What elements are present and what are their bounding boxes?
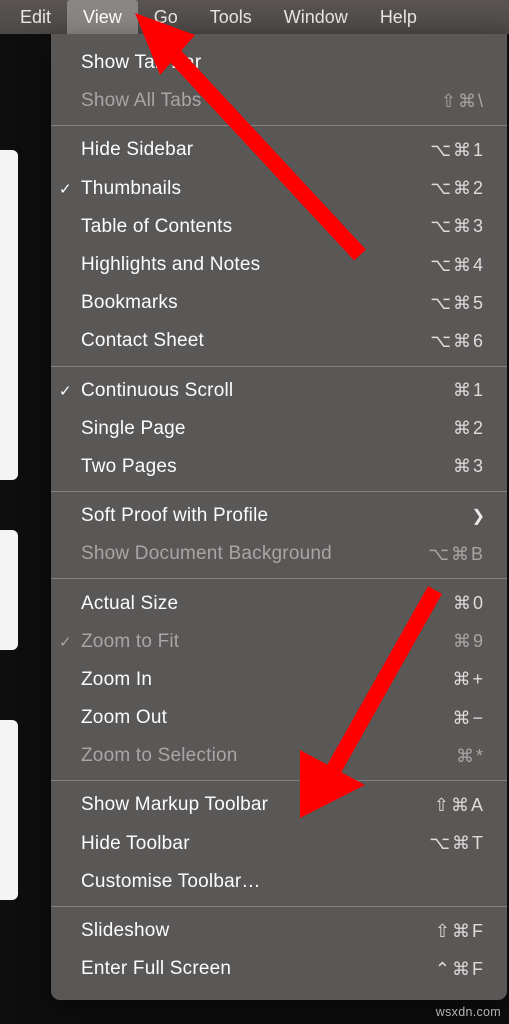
- shortcut: ⌥⌘6: [430, 331, 485, 352]
- menu-go[interactable]: Go: [138, 0, 194, 34]
- shortcut: ⇧⌘A: [434, 795, 485, 816]
- menu-item-label: Thumbnails: [81, 178, 430, 200]
- checkmark-icon: ✓: [59, 382, 72, 400]
- menu-item-two-pages[interactable]: Two Pages⌘3: [51, 448, 507, 486]
- menu-window[interactable]: Window: [268, 0, 364, 34]
- menu-item-label: Continuous Scroll: [81, 380, 453, 402]
- menu-item-soft-proof-with-profile[interactable]: Soft Proof with Profile❯: [51, 497, 507, 535]
- view-menu-dropdown: Show Tab Bar Show All Tabs⇧⌘\ Hide Sidebar…: [51, 34, 507, 1000]
- menu-item-label: Zoom In: [81, 669, 452, 691]
- menu-item-label: Zoom to Fit: [81, 631, 453, 653]
- shortcut: ⌥⌘3: [430, 216, 485, 237]
- menu-item-actual-size[interactable]: Actual Size⌘0: [51, 584, 507, 622]
- menu-item-label: Table of Contents: [81, 216, 430, 238]
- menu-item-label: Show All Tabs: [81, 90, 441, 112]
- menu-item-label: Hide Sidebar: [81, 139, 430, 161]
- menu-item-label: Slideshow: [81, 920, 435, 942]
- menu-item-enter-full-screen[interactable]: Enter Full Screen⌃⌘F: [51, 950, 507, 988]
- menu-item-label: Bookmarks: [81, 292, 430, 314]
- menu-item-show-tab-bar[interactable]: Show Tab Bar: [51, 44, 507, 82]
- shortcut: ⌘3: [453, 456, 485, 477]
- menu-item-label: Zoom to Selection: [81, 745, 456, 767]
- menu-tools[interactable]: Tools: [194, 0, 268, 34]
- menu-item-single-page[interactable]: Single Page⌘2: [51, 410, 507, 448]
- menu-item-label: Hide Toolbar: [81, 833, 429, 855]
- shortcut: ⌘+: [452, 669, 485, 690]
- menu-item-label: Enter Full Screen: [81, 958, 435, 980]
- checkmark-icon: ✓: [59, 633, 72, 651]
- checkmark-icon: ✓: [59, 180, 72, 198]
- menu-item-zoom-in[interactable]: Zoom In⌘+: [51, 661, 507, 699]
- menu-item-label: Show Markup Toolbar: [81, 794, 434, 816]
- shortcut: ⌘*: [456, 746, 485, 767]
- menu-item-thumbnails[interactable]: ✓ Thumbnails⌥⌘2: [51, 170, 507, 208]
- menu-edit[interactable]: Edit: [4, 0, 67, 34]
- sidebar-background: [0, 100, 18, 1000]
- menu-separator: [51, 125, 507, 126]
- menu-item-contact-sheet[interactable]: Contact Sheet⌥⌘6: [51, 322, 507, 360]
- menu-item-hide-sidebar[interactable]: Hide Sidebar⌥⌘1: [51, 131, 507, 169]
- shortcut: ⌘−: [452, 708, 485, 729]
- menu-item-hide-toolbar[interactable]: Hide Toolbar⌥⌘T: [51, 825, 507, 863]
- menu-separator: [51, 491, 507, 492]
- menu-item-bookmarks[interactable]: Bookmarks⌥⌘5: [51, 284, 507, 322]
- menu-help[interactable]: Help: [364, 0, 433, 34]
- shortcut: ⇧⌘F: [435, 921, 485, 942]
- menu-item-show-document-background: Show Document Background⌥⌘B: [51, 535, 507, 573]
- menu-item-highlights-and-notes[interactable]: Highlights and Notes⌥⌘4: [51, 246, 507, 284]
- menu-item-slideshow[interactable]: Slideshow⇧⌘F: [51, 912, 507, 950]
- menu-item-label: Show Document Background: [81, 543, 428, 565]
- shortcut: ⌥⌘B: [428, 544, 485, 565]
- menu-item-continuous-scroll[interactable]: ✓ Continuous Scroll⌘1: [51, 372, 507, 410]
- menu-separator: [51, 780, 507, 781]
- shortcut: ⌥⌘2: [430, 178, 485, 199]
- menu-item-label: Single Page: [81, 418, 453, 440]
- menu-item-zoom-to-fit: ✓ Zoom to Fit⌘9: [51, 623, 507, 661]
- menubar: EditViewGoToolsWindowHelp: [0, 0, 509, 34]
- menu-view[interactable]: View: [67, 0, 138, 34]
- chevron-right-icon: ❯: [472, 506, 485, 526]
- menu-item-zoom-to-selection: Zoom to Selection⌘*: [51, 737, 507, 775]
- shortcut: ⌃⌘F: [435, 959, 485, 980]
- shortcut: ⌥⌘4: [430, 255, 485, 276]
- shortcut: ⌥⌘T: [429, 833, 485, 854]
- menu-item-zoom-out[interactable]: Zoom Out⌘−: [51, 699, 507, 737]
- menu-item-label: Actual Size: [81, 593, 453, 615]
- menu-item-label: Zoom Out: [81, 707, 452, 729]
- menu-separator: [51, 578, 507, 579]
- menu-item-label: Contact Sheet: [81, 330, 430, 352]
- shortcut: ⌥⌘5: [430, 293, 485, 314]
- shortcut: ⌘0: [453, 593, 485, 614]
- menu-separator: [51, 366, 507, 367]
- watermark: wsxdn.com: [436, 1005, 501, 1019]
- menu-item-label: Show Tab Bar: [81, 52, 485, 74]
- menu-item-label: Highlights and Notes: [81, 254, 430, 276]
- shortcut: ⌘2: [453, 418, 485, 439]
- shortcut: ⌥⌘1: [430, 140, 485, 161]
- menu-item-customise-toolbar[interactable]: Customise Toolbar…: [51, 863, 507, 901]
- menu-separator: [51, 906, 507, 907]
- menu-item-label: Customise Toolbar…: [81, 871, 485, 893]
- menu-item-show-markup-toolbar[interactable]: Show Markup Toolbar⇧⌘A: [51, 786, 507, 824]
- shortcut: ⇧⌘\: [441, 91, 485, 112]
- menu-item-label: Two Pages: [81, 456, 453, 478]
- shortcut: ⌘1: [453, 380, 485, 401]
- menu-item-show-all-tabs: Show All Tabs⇧⌘\: [51, 82, 507, 120]
- shortcut: ⌘9: [453, 631, 485, 652]
- menu-item-label: Soft Proof with Profile: [81, 505, 472, 527]
- menu-item-table-of-contents[interactable]: Table of Contents⌥⌘3: [51, 208, 507, 246]
